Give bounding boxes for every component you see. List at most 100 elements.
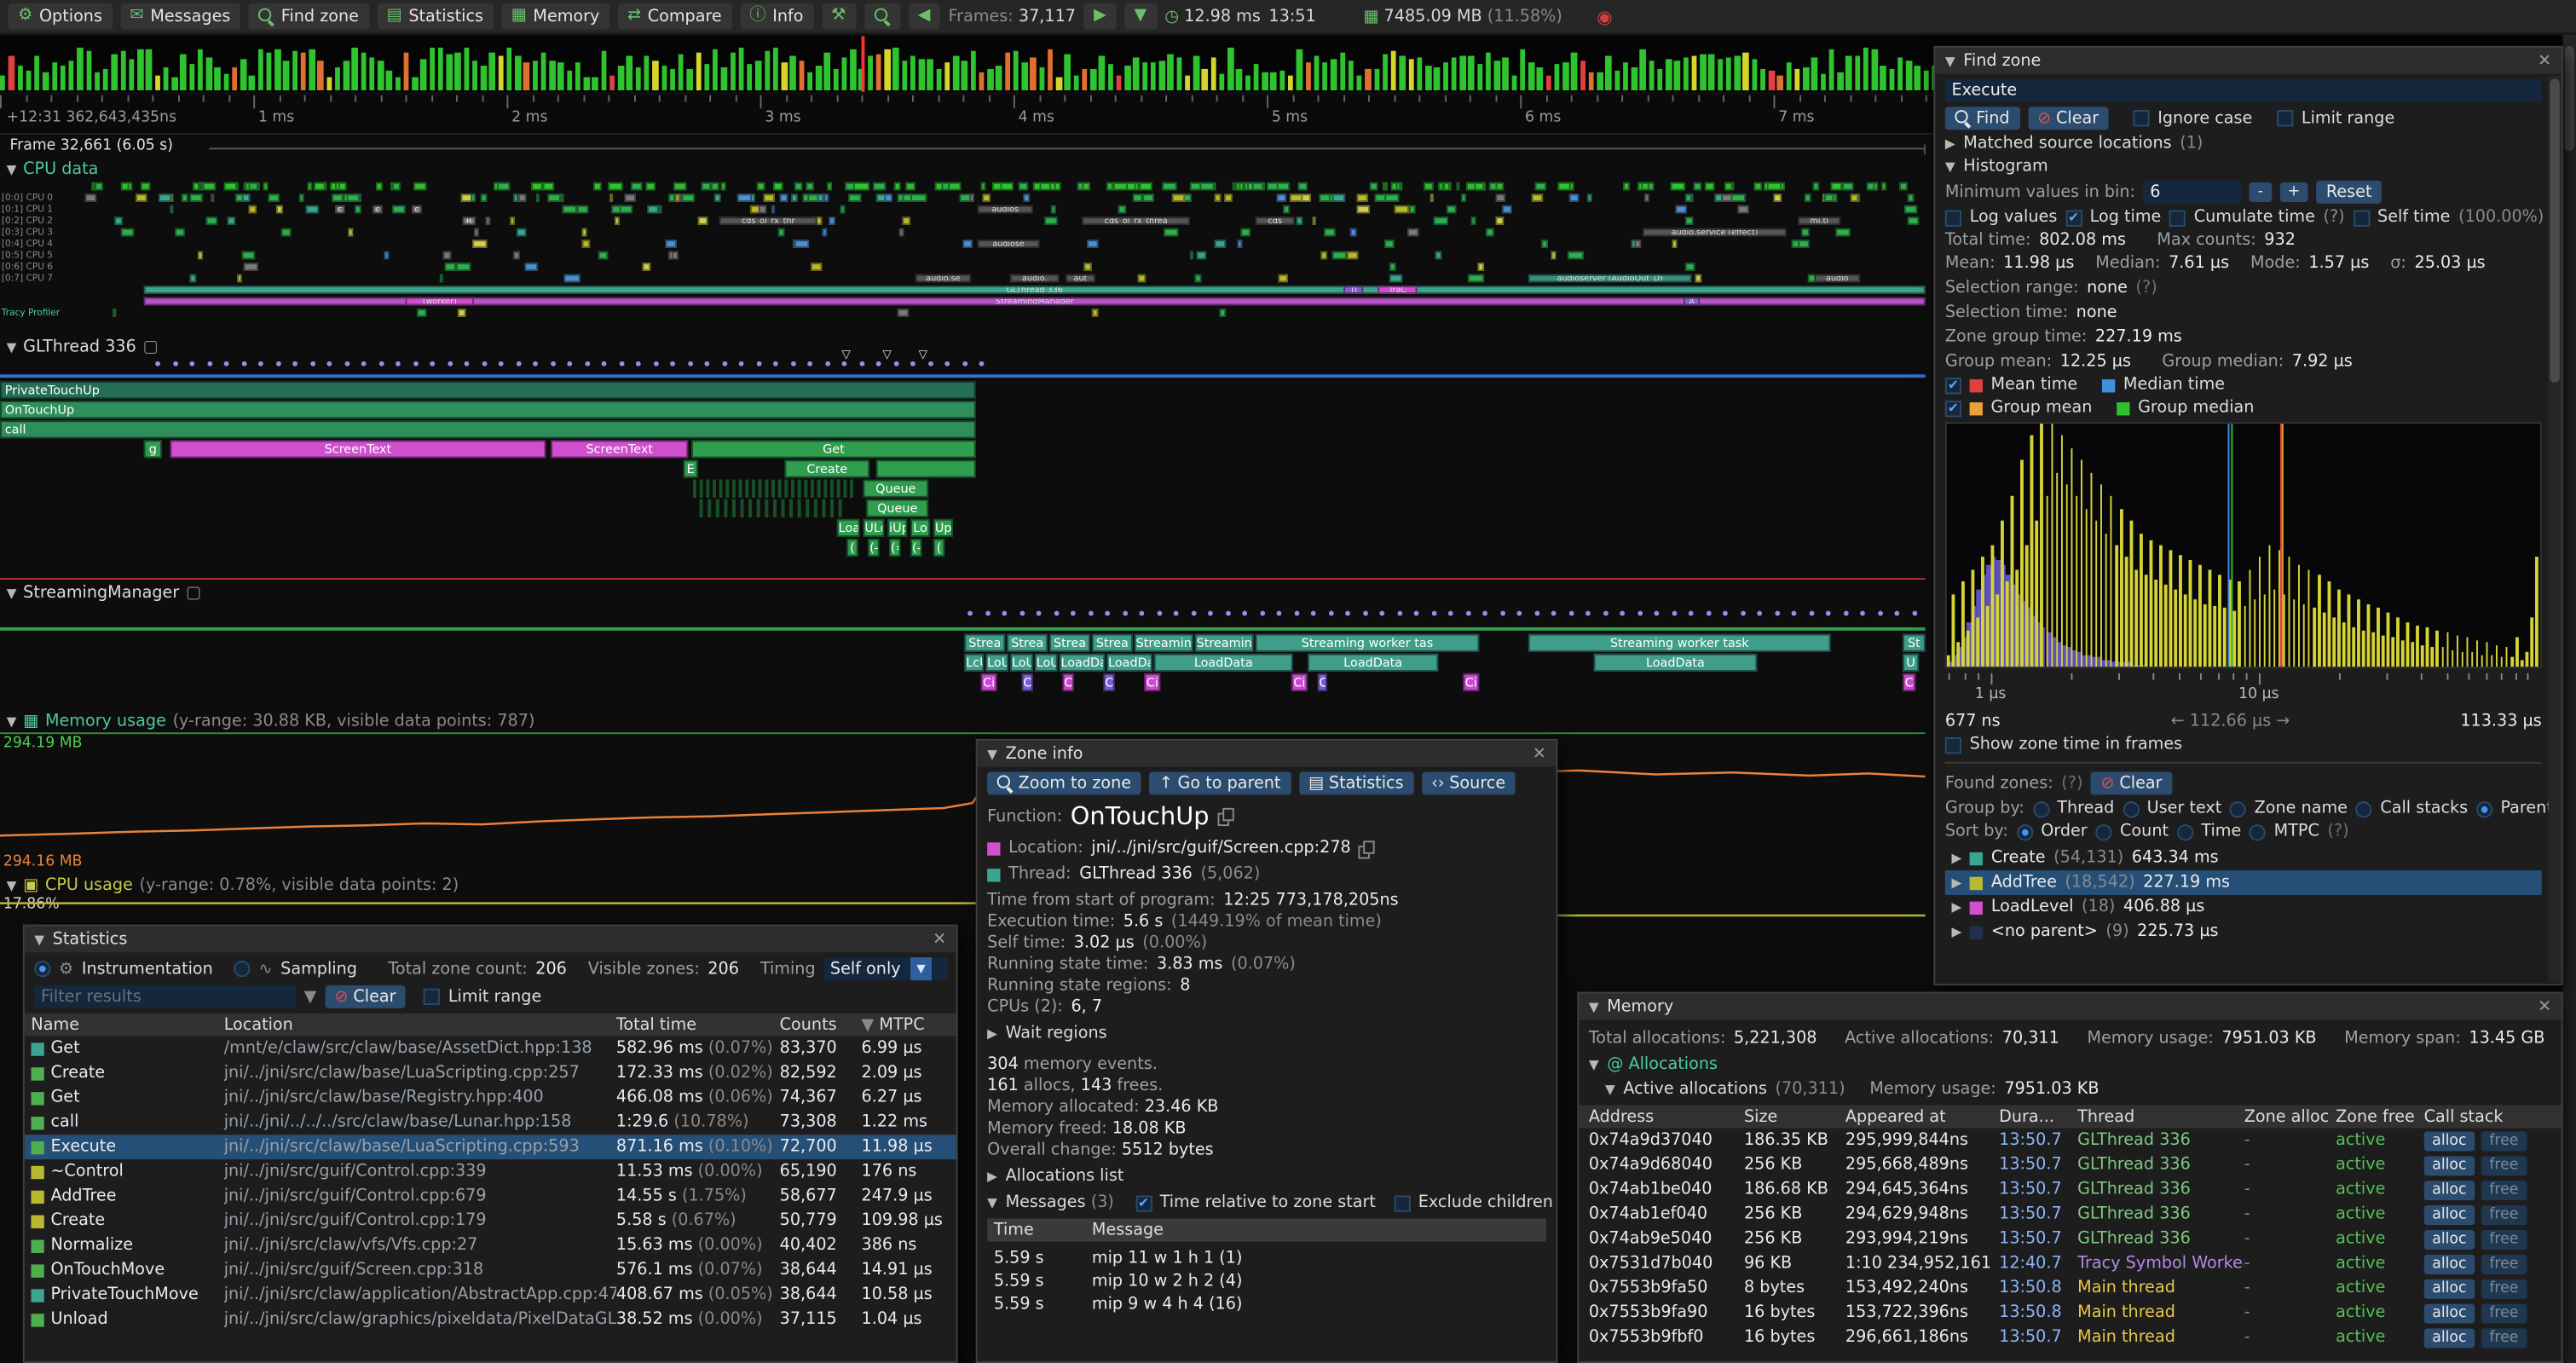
zone[interactable] xyxy=(752,480,755,498)
frame-bar[interactable] xyxy=(1906,61,1912,90)
frame-bar[interactable] xyxy=(1297,49,1302,90)
frame-bar[interactable] xyxy=(1391,52,1397,90)
cpu-row[interactable]: [0:5] CPU 5 xyxy=(0,251,1926,262)
free-stack-button[interactable]: free xyxy=(2481,1279,2527,1298)
frame-bar[interactable] xyxy=(910,56,916,90)
message-marker[interactable] xyxy=(1225,611,1230,616)
message-marker[interactable] xyxy=(1140,611,1145,616)
frame-bar[interactable] xyxy=(421,60,427,90)
message-marker[interactable] xyxy=(670,361,675,367)
frame-bar[interactable] xyxy=(163,66,169,90)
frame-bar[interactable] xyxy=(541,52,547,90)
zone[interactable]: LoadData xyxy=(1154,654,1293,672)
collapse-icon[interactable]: ▼ xyxy=(34,932,44,946)
zone[interactable]: PrivateTouchUp xyxy=(0,381,976,399)
collapse-icon[interactable]: ▼ xyxy=(1945,54,1955,68)
frame-bar[interactable] xyxy=(481,66,487,90)
count-radio[interactable] xyxy=(2095,823,2111,840)
message-marker[interactable] xyxy=(224,361,229,367)
log-time-checkbox[interactable] xyxy=(2065,210,2082,226)
frame-bar[interactable] xyxy=(1666,59,1672,90)
message-marker[interactable] xyxy=(739,361,744,367)
frame-bar[interactable] xyxy=(506,48,512,90)
frame-bar[interactable] xyxy=(472,61,478,90)
ignore-case-checkbox[interactable] xyxy=(2133,110,2149,126)
frame-bar[interactable] xyxy=(824,52,830,90)
frame-bar[interactable] xyxy=(1142,62,1148,90)
cpu-zone[interactable]: c xyxy=(412,205,422,214)
glthread-header[interactable]: ▼GLThread 336▢ xyxy=(7,338,159,356)
zone[interactable] xyxy=(700,480,703,498)
zone[interactable] xyxy=(771,480,775,498)
frame-bar[interactable] xyxy=(1718,59,1724,90)
frame-bar[interactable] xyxy=(1176,57,1182,90)
frame-bar[interactable] xyxy=(1855,56,1861,90)
frame-bar[interactable] xyxy=(687,70,693,90)
frame-bar[interactable] xyxy=(413,77,419,90)
main-scrollbar[interactable] xyxy=(2563,34,2576,1363)
copy-icon[interactable] xyxy=(1217,808,1232,824)
increase-bin-button[interactable]: + xyxy=(2279,182,2308,202)
cpu-row[interactable]: StreamingManager(worker)A xyxy=(0,297,1926,308)
zone[interactable] xyxy=(757,500,760,517)
col-mtpc[interactable]: ▼ MTPC xyxy=(862,1016,956,1034)
frame-bar[interactable] xyxy=(1580,61,1585,90)
frame-popup-button[interactable]: ▼ xyxy=(1124,3,1157,30)
frame-bar[interactable] xyxy=(1210,58,1216,90)
zone[interactable]: C xyxy=(1021,673,1032,691)
zone[interactable]: Streaming xyxy=(1195,634,1254,652)
find-zone-query-input[interactable]: Execute xyxy=(1945,78,2542,101)
frame-bar[interactable] xyxy=(326,77,332,90)
zone[interactable]: OnTouchUp xyxy=(0,401,976,419)
matched-locations-label[interactable]: Matched source locations xyxy=(1963,135,2171,153)
frame-bar[interactable] xyxy=(1829,49,1835,90)
frame-bar[interactable] xyxy=(919,59,925,90)
message-marker[interactable] xyxy=(430,361,435,367)
message-marker[interactable] xyxy=(1740,611,1745,616)
message-marker[interactable] xyxy=(447,361,452,367)
frame-bar[interactable] xyxy=(1701,55,1707,90)
collapse-icon[interactable]: ▼ xyxy=(1589,1058,1599,1072)
table-row[interactable]: 0x74ab9e5040256 KB293,994,219ns13:50.7GL… xyxy=(1579,1227,2561,1251)
frame-bar[interactable] xyxy=(1821,74,1827,90)
frame-bar[interactable] xyxy=(154,76,160,90)
col-total-time[interactable]: Total time xyxy=(616,1016,780,1034)
frame-bar[interactable] xyxy=(618,66,624,90)
message-marker[interactable] xyxy=(910,361,915,367)
frame-bar[interactable] xyxy=(335,67,341,90)
frame-bar[interactable] xyxy=(902,61,908,90)
message-marker[interactable] xyxy=(1603,611,1608,616)
frame-bar[interactable] xyxy=(1614,71,1620,90)
frame-bar[interactable] xyxy=(403,53,409,90)
frame-bar[interactable] xyxy=(274,50,280,90)
free-stack-button[interactable]: free xyxy=(2481,1328,2527,1348)
frame-bar[interactable] xyxy=(609,75,615,90)
frame-bar[interactable] xyxy=(644,56,650,90)
zone[interactable] xyxy=(837,480,840,498)
frame-bar[interactable] xyxy=(1752,59,1758,90)
zone[interactable] xyxy=(765,480,768,498)
frame-bar[interactable] xyxy=(249,76,255,90)
show-zone-time-checkbox[interactable] xyxy=(1945,736,1961,753)
frame-bar[interactable] xyxy=(240,59,246,90)
frame-bar[interactable] xyxy=(1245,75,1251,90)
message-marker[interactable] xyxy=(1122,611,1127,616)
message-marker[interactable] xyxy=(499,361,504,367)
cpu-row[interactable] xyxy=(0,182,1926,193)
zone[interactable] xyxy=(830,480,834,498)
next-frame-button[interactable]: ▶ xyxy=(1084,3,1117,30)
frame-bar[interactable] xyxy=(1657,68,1663,90)
cumulate-time-checkbox[interactable] xyxy=(2169,210,2186,226)
table-row[interactable]: 0x7553b9fa508 bytes153,492,240ns13:50.8M… xyxy=(1579,1276,2561,1301)
frame-bar[interactable] xyxy=(1571,52,1577,90)
zone[interactable]: Ci xyxy=(981,673,997,691)
table-row[interactable]: Executejni/../jni/src/claw/base/LuaScrip… xyxy=(25,1135,956,1159)
frame-bar[interactable] xyxy=(523,63,529,90)
zoom-to-zone-button[interactable]: Zoom to zone xyxy=(987,771,1141,794)
table-row[interactable]: 0x74ab1be040186.68 KB294,645,364ns13:50.… xyxy=(1579,1177,2561,1202)
frame-bar[interactable] xyxy=(1159,61,1165,90)
frame-bar[interactable] xyxy=(43,72,49,90)
frame-bar[interactable] xyxy=(378,61,384,90)
frame-bar[interactable] xyxy=(558,61,564,90)
histogram-label[interactable]: Histogram xyxy=(1963,158,2048,176)
